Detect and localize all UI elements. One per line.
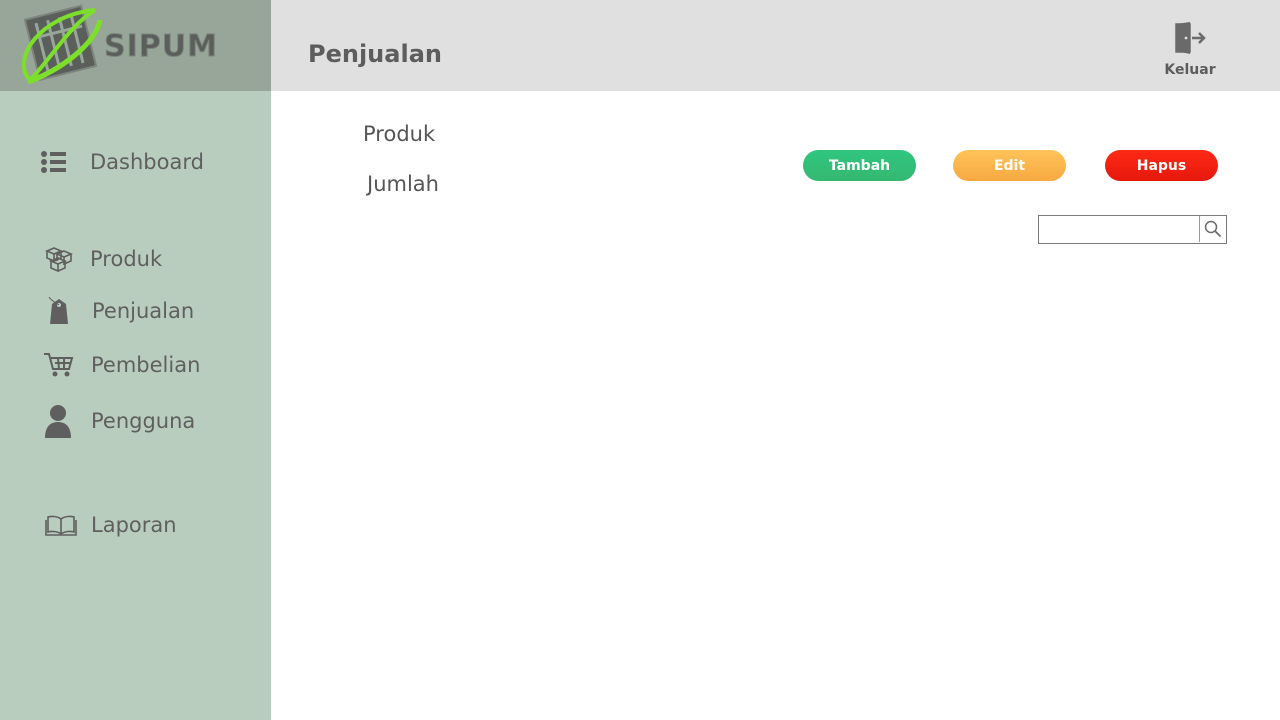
sidebar-item-label: Penjualan (92, 299, 195, 323)
delete-button[interactable]: Hapus (1105, 150, 1218, 181)
page-title: Penjualan (308, 40, 442, 68)
header-bar: Penjualan Keluar (271, 0, 1280, 91)
sidebar-item-label: Pengguna (91, 409, 196, 433)
sipum-logo: SIPUM (21, 4, 218, 85)
book-icon (45, 513, 77, 537)
logo-area: SIPUM (0, 0, 271, 91)
search-box (1038, 215, 1227, 244)
app-window: SIPUM Penjualan Keluar Dashboard Produk … (0, 0, 1280, 720)
sidebar-item-dashboard[interactable]: Dashboard (0, 142, 271, 182)
cart-icon (43, 351, 75, 379)
product-field-label: Produk (363, 122, 436, 146)
sidebar-item-label: Laporan (91, 513, 177, 537)
sidebar-item-penjualan[interactable]: Penjualan (0, 291, 271, 331)
sidebar-item-label: Produk (90, 247, 163, 271)
main-content: Produk Jumlah Tambah Edit Hapus (271, 91, 1280, 720)
sidebar-item-label: Dashboard (90, 150, 204, 174)
sidebar-item-produk[interactable]: Produk (0, 239, 271, 279)
door-exit-icon (1175, 22, 1206, 54)
sidebar-item-label: Pembelian (91, 353, 201, 377)
sidebar: Dashboard Produk Penjualan Pembelian Pen… (0, 91, 271, 720)
user-icon (44, 404, 72, 438)
search-icon (1204, 220, 1222, 238)
quantity-field-label: Jumlah (367, 172, 439, 196)
add-button[interactable]: Tambah (803, 150, 916, 181)
list-icon (40, 150, 68, 174)
price-tag-icon (46, 296, 72, 326)
logout-label: Keluar (1164, 62, 1216, 78)
boxes-icon (43, 245, 73, 273)
search-input[interactable] (1039, 216, 1199, 242)
logout-button[interactable]: Keluar (1164, 20, 1216, 78)
search-button[interactable] (1199, 216, 1226, 242)
sidebar-item-pengguna[interactable]: Pengguna (0, 401, 271, 441)
edit-button[interactable]: Edit (953, 150, 1066, 181)
sidebar-item-pembelian[interactable]: Pembelian (0, 345, 271, 385)
logo-text: SIPUM (104, 29, 218, 64)
sidebar-item-laporan[interactable]: Laporan (0, 505, 271, 545)
